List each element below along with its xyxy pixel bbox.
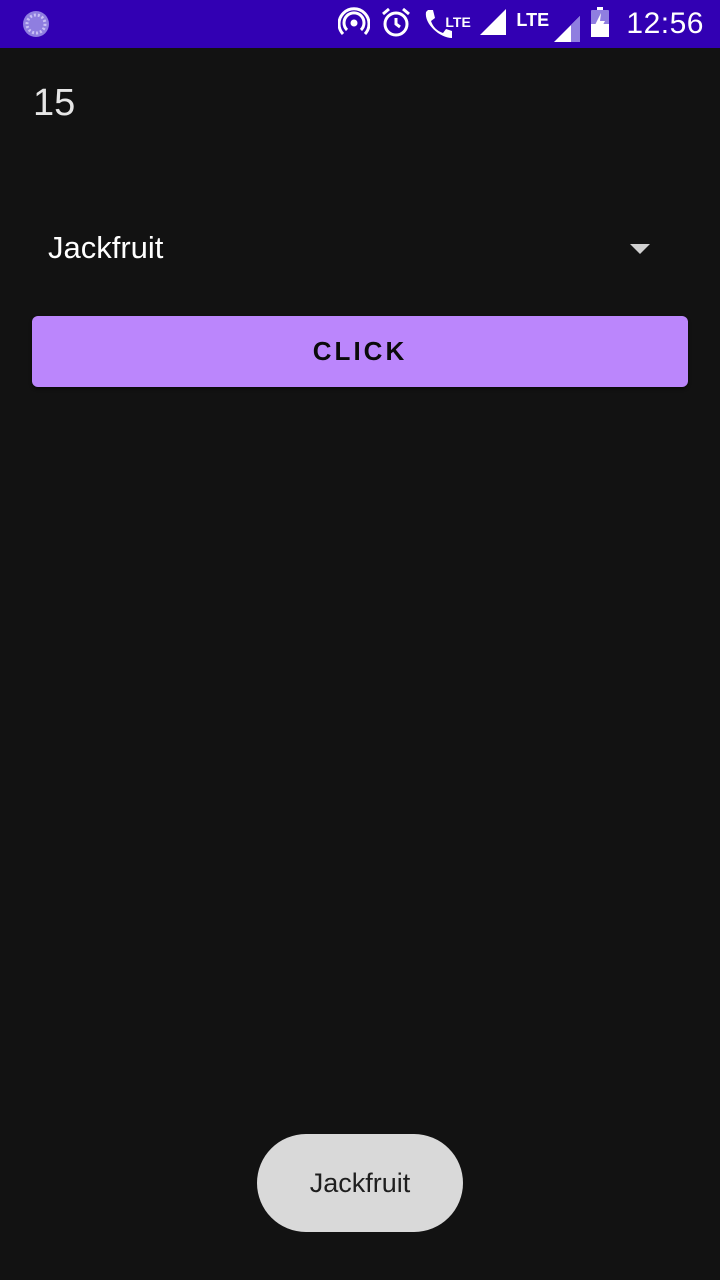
dropdown-arrow-icon xyxy=(630,244,650,254)
app-screen: LTE LTE 12:56 15 Jackfruit CLICK Jackfru… xyxy=(0,0,720,1280)
status-bar: LTE LTE 12:56 xyxy=(0,0,720,48)
spinner-selected-value: Jackfruit xyxy=(48,230,164,265)
loading-icon xyxy=(22,10,50,38)
lte-signal-label: LTE xyxy=(516,10,550,30)
status-icons: LTE LTE 12:56 xyxy=(337,0,704,48)
volte-call-icon: LTE xyxy=(422,6,471,42)
clock: 12:56 xyxy=(626,7,704,40)
click-button[interactable]: CLICK xyxy=(32,316,688,387)
lte-signal-icon: LTE xyxy=(516,4,581,44)
volte-call-label: LTE xyxy=(445,14,471,30)
battery-charging-icon xyxy=(590,6,610,43)
signal-icon xyxy=(480,8,507,40)
toast-message: Jackfruit xyxy=(257,1134,463,1232)
counter-text: 15 xyxy=(33,82,76,124)
hotspot-icon xyxy=(337,6,371,43)
fruit-spinner[interactable]: Jackfruit xyxy=(32,210,688,290)
alarm-icon xyxy=(380,6,412,43)
